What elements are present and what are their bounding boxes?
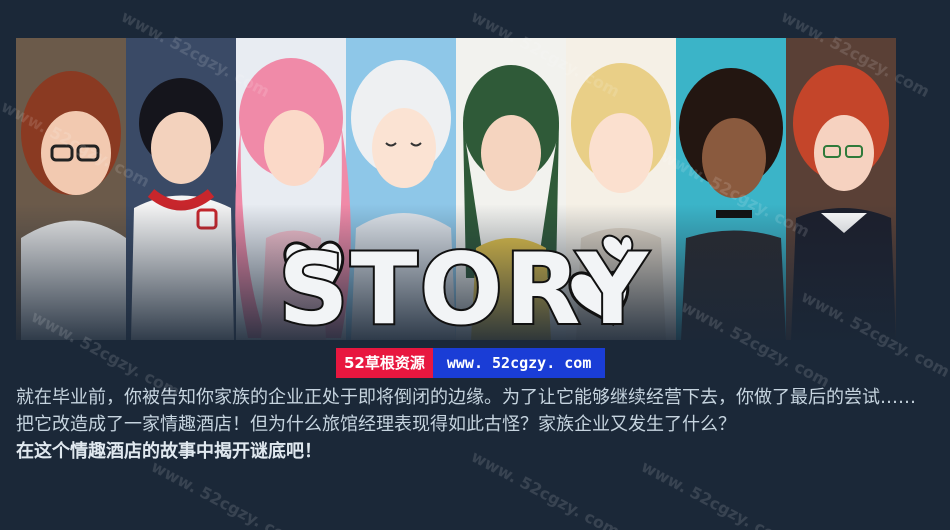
game-description: 就在毕业前，你被告知你家族的企业正处于即将倒闭的边缘。为了让它能够继续经营下去，…: [16, 384, 926, 465]
overlay-watermark-11: www. 52cgzy. com: [148, 457, 303, 530]
description-bold-line: 在这个情趣酒店的故事中揭开谜底吧！: [16, 441, 322, 462]
description-paragraph: 就在毕业前，你被告知你家族的企业正处于即将倒闭的边缘。为了让它能够继续经营下去，…: [16, 387, 916, 435]
watermark-url: www. 52cgzy. com: [432, 348, 606, 378]
story-banner-image: STORY: [16, 38, 896, 340]
story-logo-text: STORY: [278, 233, 650, 340]
overlay-watermark-10: www. 52cgzy. com: [638, 457, 793, 530]
watermark-banner: 52草根资源 www. 52cgzy. com: [336, 348, 606, 378]
watermark-site-name: 52草根资源: [336, 348, 433, 378]
